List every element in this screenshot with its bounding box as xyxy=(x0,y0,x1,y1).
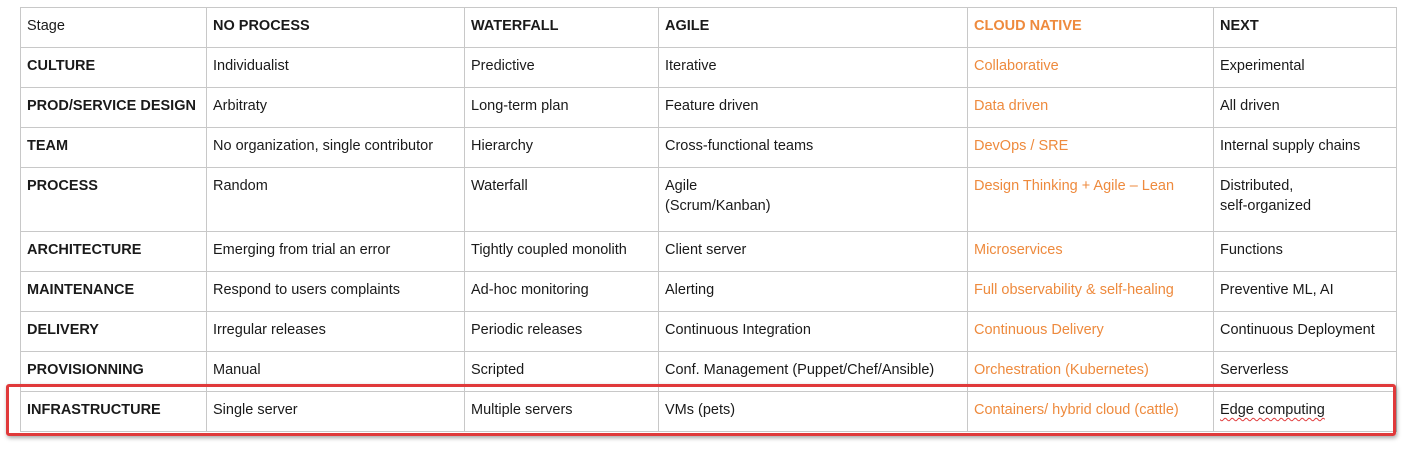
cell-cloud-native: Continuous Delivery xyxy=(967,311,1214,352)
cell-waterfall: Long-term plan xyxy=(464,87,659,128)
cell-next: All driven xyxy=(1213,87,1397,128)
cell-waterfall: Ad-hoc monitoring xyxy=(464,271,659,312)
table-row-process: PROCESS Random Waterfall Agile (Scrum/Ka… xyxy=(20,167,1397,232)
row-label: PROCESS xyxy=(20,167,207,232)
cell-waterfall: Hierarchy xyxy=(464,127,659,168)
header-agile: AGILE xyxy=(658,7,968,48)
table-row-architecture: ARCHITECTURE Emerging from trial an erro… xyxy=(20,231,1397,272)
cell-waterfall: Predictive xyxy=(464,47,659,88)
row-label: PROD/SERVICE DESIGN xyxy=(20,87,207,128)
cell-waterfall: Scripted xyxy=(464,351,659,392)
cell-next: Continuous Deployment xyxy=(1213,311,1397,352)
table-row-team: TEAM No organization, single contributor… xyxy=(20,127,1397,168)
cell-next: Experimental xyxy=(1213,47,1397,88)
header-waterfall: WATERFALL xyxy=(464,7,659,48)
cell-cloud-native: Collaborative xyxy=(967,47,1214,88)
cell-next: Edge computing xyxy=(1213,391,1397,432)
cell-agile: Conf. Management (Puppet/Chef/Ansible) xyxy=(658,351,968,392)
cell-next: Serverless xyxy=(1213,351,1397,392)
cell-cloud-native: Microservices xyxy=(967,231,1214,272)
row-label: CULTURE xyxy=(20,47,207,88)
cell-no-process: Arbitraty xyxy=(206,87,465,128)
cell-cloud-native: Containers/ hybrid cloud (cattle) xyxy=(967,391,1214,432)
row-label: PROVISIONNING xyxy=(20,351,207,392)
spellcheck-underlined-text: Edge computing xyxy=(1220,402,1325,418)
cell-no-process: Emerging from trial an error xyxy=(206,231,465,272)
header-no-process: NO PROCESS xyxy=(206,7,465,48)
cell-agile: Feature driven xyxy=(658,87,968,128)
table-row-provisionning: PROVISIONNING Manual Scripted Conf. Mana… xyxy=(20,351,1397,392)
cell-next: Preventive ML, AI xyxy=(1213,271,1397,312)
table-row-culture: CULTURE Individualist Predictive Iterati… xyxy=(20,47,1397,88)
cell-no-process: Single server xyxy=(206,391,465,432)
stages-table: Stage NO PROCESS WATERFALL AGILE CLOUD N… xyxy=(20,7,1397,432)
cell-agile: Client server xyxy=(658,231,968,272)
table-row-delivery: DELIVERY Irregular releases Periodic rel… xyxy=(20,311,1397,352)
cell-cloud-native: DevOps / SRE xyxy=(967,127,1214,168)
cell-agile: Continuous Integration xyxy=(658,311,968,352)
row-label: MAINTENANCE xyxy=(20,271,207,312)
cell-waterfall: Waterfall xyxy=(464,167,659,232)
cell-no-process: Manual xyxy=(206,351,465,392)
cell-cloud-native: Orchestration (Kubernetes) xyxy=(967,351,1214,392)
cell-waterfall: Periodic releases xyxy=(464,311,659,352)
cell-cloud-native: Data driven xyxy=(967,87,1214,128)
table-row-maintenance: MAINTENANCE Respond to users complaints … xyxy=(20,271,1397,312)
row-label: INFRASTRUCTURE xyxy=(20,391,207,432)
row-label: TEAM xyxy=(20,127,207,168)
cell-no-process: Respond to users complaints xyxy=(206,271,465,312)
header-next: NEXT xyxy=(1213,7,1397,48)
cell-cloud-native: Full observability & self-healing xyxy=(967,271,1214,312)
row-label: DELIVERY xyxy=(20,311,207,352)
cell-agile: Iterative xyxy=(658,47,968,88)
cell-waterfall: Tightly coupled monolith xyxy=(464,231,659,272)
cell-no-process: No organization, single contributor xyxy=(206,127,465,168)
cell-agile: Cross-functional teams xyxy=(658,127,968,168)
cell-no-process: Irregular releases xyxy=(206,311,465,352)
cell-no-process: Random xyxy=(206,167,465,232)
cell-agile: VMs (pets) xyxy=(658,391,968,432)
cell-agile: Agile (Scrum/Kanban) xyxy=(658,167,968,232)
header-stage: Stage xyxy=(20,7,207,48)
cell-next: Functions xyxy=(1213,231,1397,272)
cell-agile: Alerting xyxy=(658,271,968,312)
cell-cloud-native: Design Thinking + Agile – Lean xyxy=(967,167,1214,232)
row-label: ARCHITECTURE xyxy=(20,231,207,272)
header-cloud-native: CLOUD NATIVE xyxy=(967,7,1214,48)
cell-next: Distributed, self-organized xyxy=(1213,167,1397,232)
header-row: Stage NO PROCESS WATERFALL AGILE CLOUD N… xyxy=(20,7,1397,48)
cell-next: Internal supply chains xyxy=(1213,127,1397,168)
table-row-prod-service-design: PROD/SERVICE DESIGN Arbitraty Long-term … xyxy=(20,87,1397,128)
table-row-infrastructure: INFRASTRUCTURE Single server Multiple se… xyxy=(20,391,1397,432)
cell-no-process: Individualist xyxy=(206,47,465,88)
cell-waterfall: Multiple servers xyxy=(464,391,659,432)
